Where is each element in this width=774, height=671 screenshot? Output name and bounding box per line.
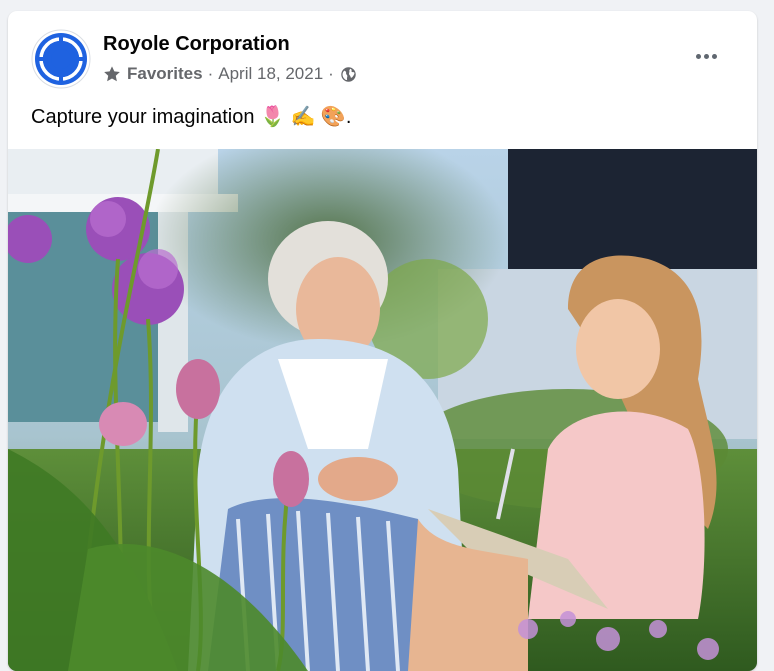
more-options-button[interactable]	[686, 40, 726, 72]
post-card: Royole Corporation Favorites · April 18,…	[8, 11, 757, 671]
page-avatar[interactable]	[31, 29, 91, 89]
star-icon	[104, 66, 120, 82]
meta-separator: ·	[207, 64, 214, 83]
more-dot-icon	[703, 53, 709, 59]
audience-label[interactable]: Favorites	[127, 64, 203, 84]
more-dot-icon	[695, 53, 701, 59]
post-photo[interactable]	[8, 149, 757, 671]
garden-photo-image	[8, 149, 757, 671]
globe-icon	[341, 66, 356, 82]
post-date-link[interactable]: April 18, 2021	[218, 64, 323, 84]
post-caption: Capture your imagination 🌷 ✍️ 🎨.	[31, 106, 352, 128]
post-header: Royole Corporation Favorites · April 18,…	[8, 11, 757, 93]
post-meta: Favorites · April 18, 2021 ·	[103, 64, 357, 84]
royole-logo-icon	[31, 29, 91, 89]
more-dot-icon	[711, 53, 717, 59]
meta-separator: ·	[328, 64, 334, 83]
page-name-link[interactable]: Royole Corporation	[103, 33, 290, 56]
